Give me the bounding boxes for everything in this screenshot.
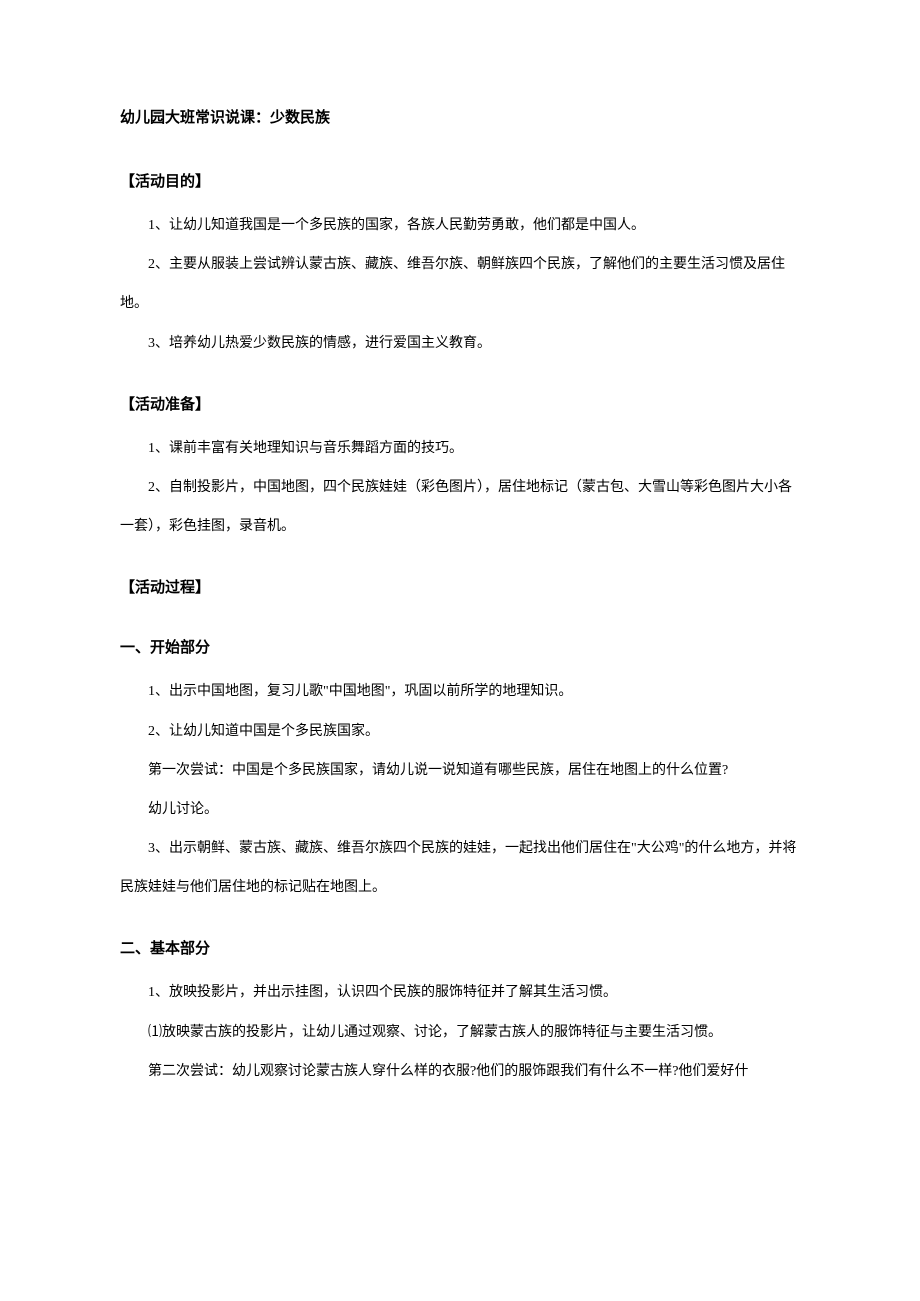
part1-item-5: 3、出示朝鲜、蒙古族、藏族、维吾尔族四个民族的娃娃，一起找出他们居住在"大公鸡"…	[120, 829, 800, 907]
prep-item-2: 2、自制投影片，中国地图，四个民族娃娃（彩色图片），居住地标记（蒙古包、大雪山等…	[120, 468, 800, 546]
section-heading-process: 【活动过程】	[120, 570, 800, 606]
sub-heading-part2: 二、基本部分	[120, 931, 800, 967]
page-title: 幼儿园大班常识说课：少数民族	[120, 100, 800, 136]
prep-item-1: 1、课前丰富有关地理知识与音乐舞蹈方面的技巧。	[120, 429, 800, 468]
sub-heading-part1: 一、开始部分	[120, 630, 800, 666]
part1-item-3: 第一次尝试：中国是个多民族国家，请幼儿说一说知道有哪些民族，居住在地图上的什么位…	[120, 751, 800, 790]
section-heading-prep: 【活动准备】	[120, 387, 800, 423]
part2-item-2: ⑴放映蒙古族的投影片，让幼儿通过观察、讨论，了解蒙古族人的服饰特征与主要生活习惯…	[120, 1013, 800, 1052]
part1-item-1: 1、出示中国地图，复习儿歌"中国地图"，巩固以前所学的地理知识。	[120, 672, 800, 711]
section-heading-goals: 【活动目的】	[120, 164, 800, 200]
goals-item-2: 2、主要从服装上尝试辨认蒙古族、藏族、维吾尔族、朝鲜族四个民族，了解他们的主要生…	[120, 245, 800, 323]
part2-item-1: 1、放映投影片，并出示挂图，认识四个民族的服饰特征并了解其生活习惯。	[120, 973, 800, 1012]
goals-item-1: 1、让幼儿知道我国是一个多民族的国家，各族人民勤劳勇敢，他们都是中国人。	[120, 206, 800, 245]
part2-item-3: 第二次尝试：幼儿观察讨论蒙古族人穿什么样的衣服?他们的服饰跟我们有什么不一样?他…	[120, 1052, 800, 1091]
part1-item-4: 幼儿讨论。	[120, 790, 800, 829]
document-page: 幼儿园大班常识说课：少数民族 【活动目的】 1、让幼儿知道我国是一个多民族的国家…	[0, 0, 920, 1301]
goals-item-3: 3、培养幼儿热爱少数民族的情感，进行爱国主义教育。	[120, 324, 800, 363]
part1-item-2: 2、让幼儿知道中国是个多民族国家。	[120, 712, 800, 751]
